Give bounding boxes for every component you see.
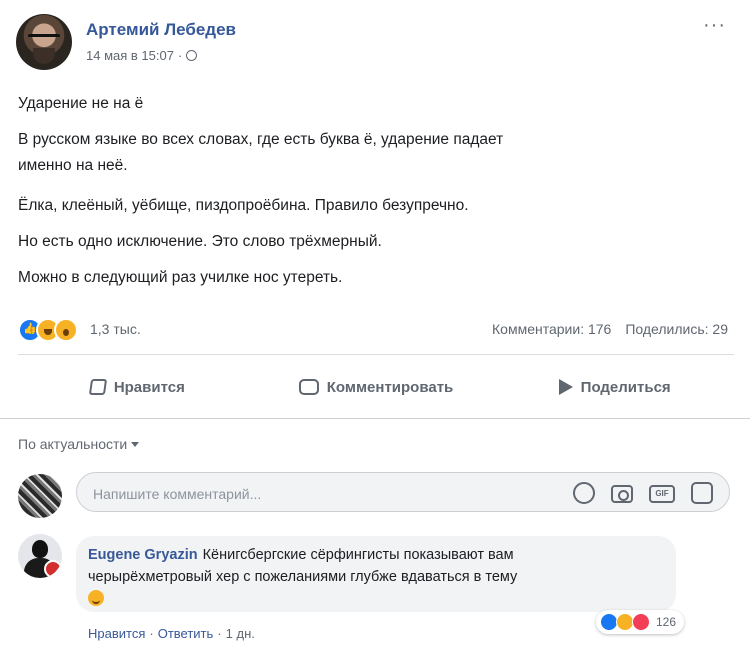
meta-separator: · — [149, 626, 154, 641]
like-label: Нравится — [113, 378, 185, 396]
facebook-post: Артемий Лебедев 14 мая в 15:07 · ··· Уда… — [0, 0, 750, 648]
post-text-line: именно на неё. — [18, 157, 128, 174]
share-icon — [558, 379, 573, 395]
love-reaction-icon — [632, 613, 650, 631]
comment-button[interactable]: Комментировать — [257, 372, 496, 402]
comment-reactions-count: 126 — [656, 615, 677, 629]
share-label: Поделиться — [580, 378, 671, 396]
comment-bubble: Eugene Gryazin Кёнигсбергские сёрфингисты… — [76, 536, 676, 612]
comment-time[interactable]: 1 дн. — [226, 626, 255, 641]
smiley-icon — [88, 590, 104, 606]
comment-reply-link[interactable]: Ответить — [158, 626, 214, 641]
comment-like-link[interactable]: Нравится — [88, 626, 145, 641]
divider — [18, 354, 734, 355]
more-options-icon[interactable]: ··· — [703, 14, 726, 37]
comments-count[interactable]: Комментарии: 176 — [492, 321, 611, 337]
reactions-count[interactable]: 1,3 тыс. — [90, 321, 141, 337]
comment-sort-dropdown[interactable]: По актуальности — [18, 436, 140, 452]
comment-icon — [298, 379, 319, 395]
post-text-line: Можно в следующий раз училке нос утереть… — [18, 269, 343, 286]
comment-text-line: черырёхметровый хер с пожеланиями глубже… — [88, 569, 518, 585]
post-text-line: Ёлка, клеёный, уёбище, пиздопроёбина. Пр… — [18, 197, 469, 214]
post-text-line: Но есть одно исключение. Это слово трёхм… — [18, 233, 382, 250]
camera-icon[interactable] — [611, 485, 633, 503]
sticker-icon[interactable] — [691, 482, 713, 504]
comment-text-line: Кёнигсбергские сёрфингисты показывают ва… — [202, 547, 514, 563]
comment-reactions[interactable]: 126 — [596, 610, 685, 634]
commenter-name[interactable]: Eugene Gryazin — [88, 547, 198, 563]
post-text-line: Ударение не на ё — [18, 95, 144, 112]
share-button[interactable]: Поделиться — [495, 372, 734, 402]
emoji-icon[interactable] — [573, 482, 595, 504]
wow-reaction-icon — [54, 318, 78, 342]
comment-input[interactable] — [91, 482, 535, 506]
comment-composer: GIF — [76, 472, 730, 512]
post-text-line: В русском языке во всех словах, где есть… — [18, 131, 504, 148]
divider — [0, 418, 750, 419]
author-avatar[interactable] — [16, 14, 72, 70]
current-user-avatar[interactable] — [18, 474, 62, 518]
chevron-down-icon — [131, 441, 140, 447]
meta-separator: · — [217, 626, 222, 641]
post-stats: 1,3 тыс. Комментарии: 176 Поделились: 29 — [18, 318, 734, 342]
sort-label: По актуальности — [18, 436, 128, 452]
globe-icon — [186, 50, 198, 61]
comment-label: Комментировать — [326, 378, 454, 396]
reaction-icons[interactable] — [18, 318, 78, 342]
post-date[interactable]: 14 мая в 15:07 — [86, 48, 174, 63]
commenter-avatar[interactable] — [18, 534, 62, 578]
meta-separator: · — [177, 48, 183, 63]
like-button[interactable]: Нравится — [18, 372, 257, 402]
shares-count[interactable]: Поделились: 29 — [625, 321, 728, 337]
gif-icon[interactable]: GIF — [649, 485, 675, 503]
author-name[interactable]: Артемий Лебедев — [86, 20, 236, 40]
comment-actions: Нравится · Ответить · 1 дн. — [88, 626, 255, 641]
post-meta: 14 мая в 15:07 · — [86, 48, 198, 63]
thumbs-up-icon — [88, 379, 107, 395]
post-actions: Нравится Комментировать Поделиться — [18, 372, 734, 402]
